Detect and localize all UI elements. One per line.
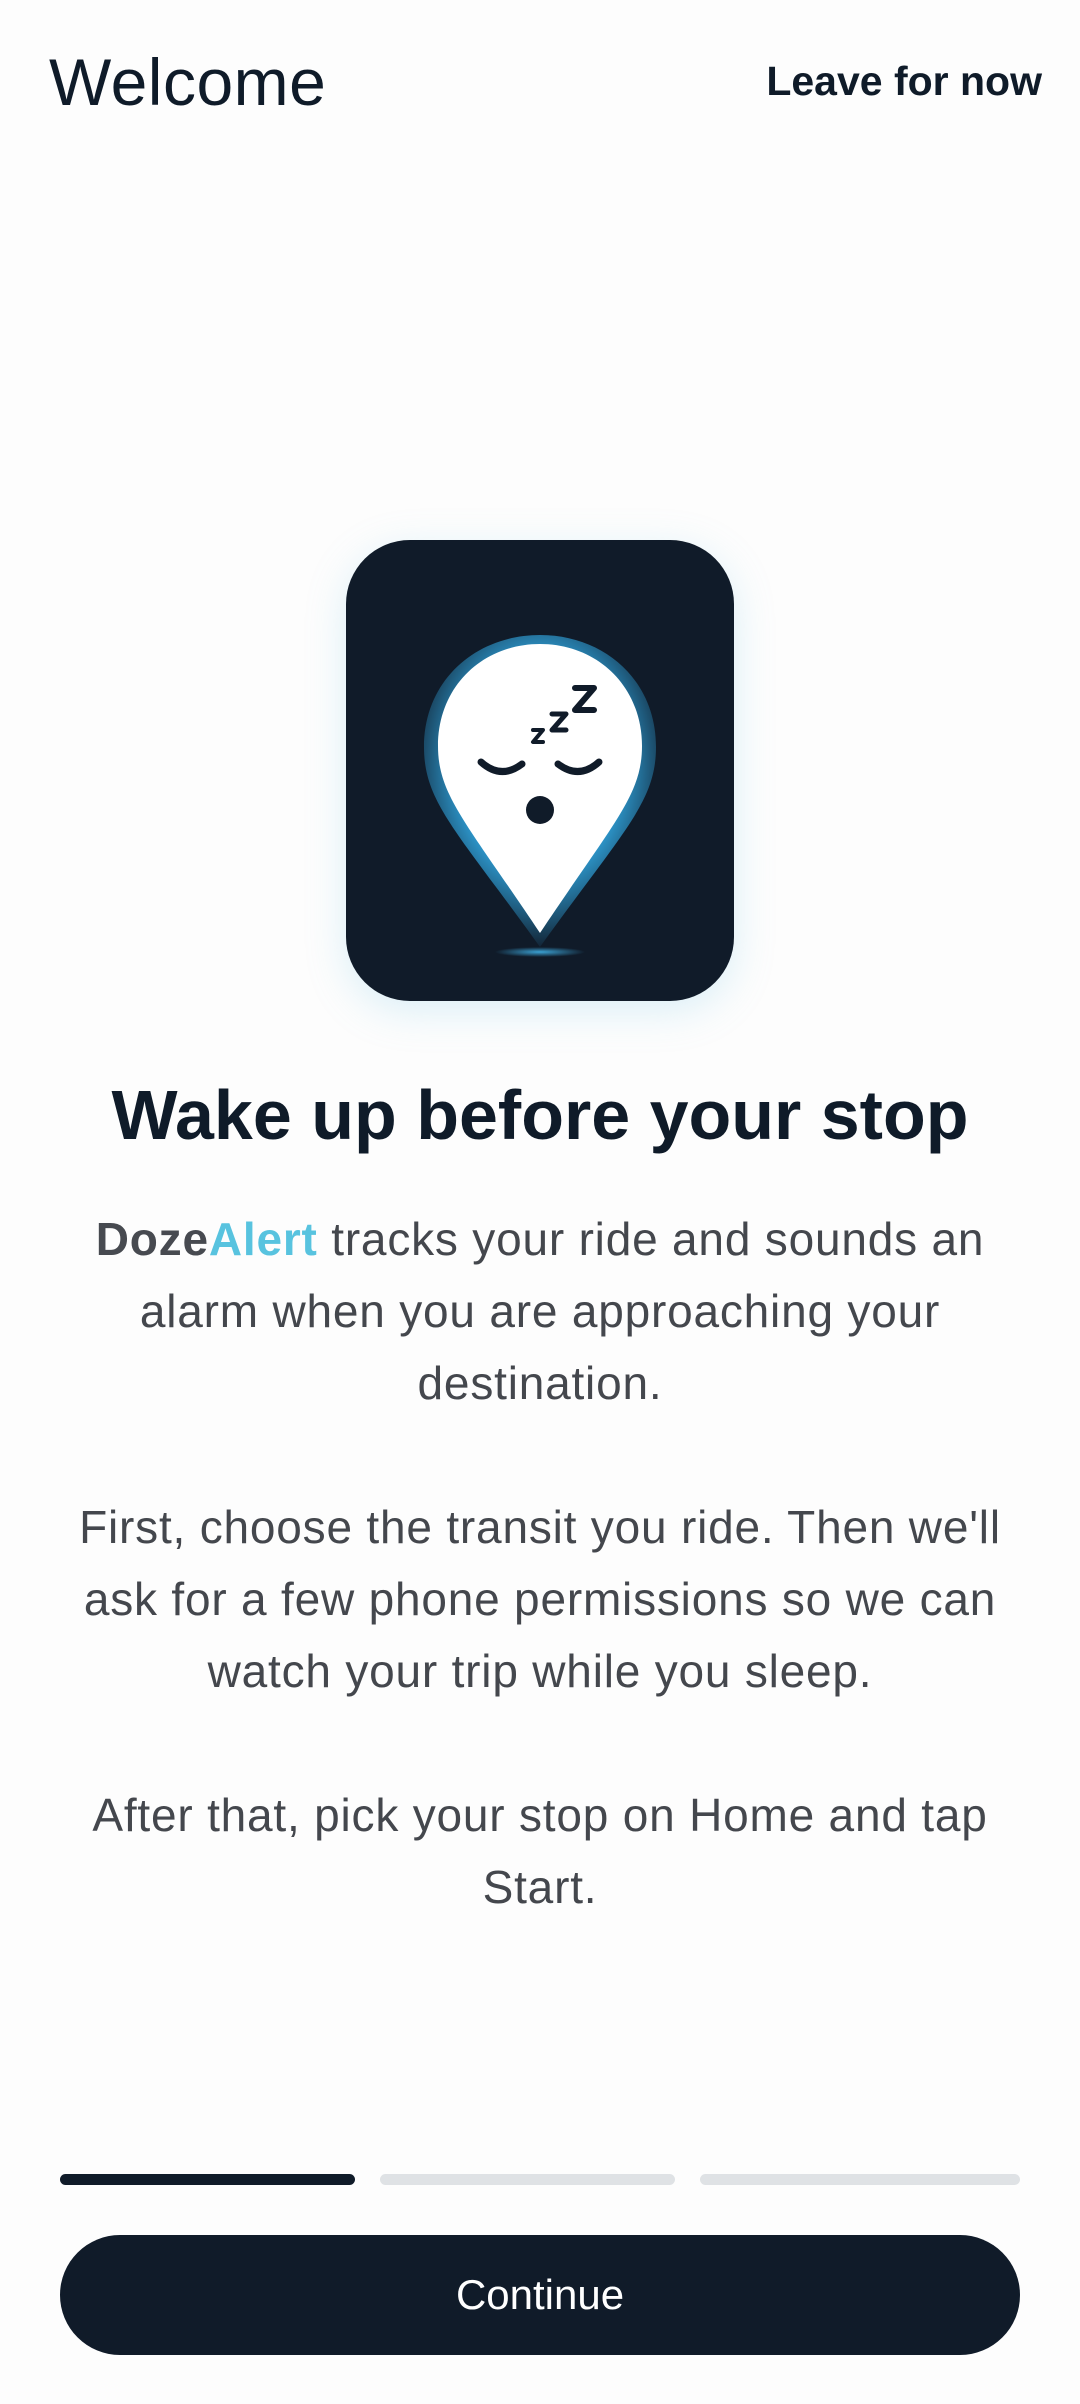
continue-button[interactable]: Continue [60, 2235, 1020, 2355]
progress-step-1-active [60, 2174, 355, 2185]
headline: Wake up before your stop [111, 1076, 969, 1154]
progress-step-3 [700, 2174, 1020, 2185]
progress-step-2 [380, 2174, 675, 2185]
header-title: Welcome [49, 45, 327, 119]
brand-doze: Doze [95, 1213, 209, 1265]
brand-alert: Alert [208, 1213, 318, 1265]
app-logo [346, 540, 734, 1001]
sleeping-location-pin-icon [424, 635, 656, 957]
intro-paragraph: DozeAlert tracks your ride and sounds an… [60, 1203, 1020, 1419]
leave-for-now-button[interactable]: Leave for now [766, 58, 1042, 105]
next-steps-paragraph: After that, pick your stop on Home and t… [92, 1789, 988, 1913]
permissions-paragraph: First, choose the transit you ride. Then… [79, 1501, 1001, 1697]
